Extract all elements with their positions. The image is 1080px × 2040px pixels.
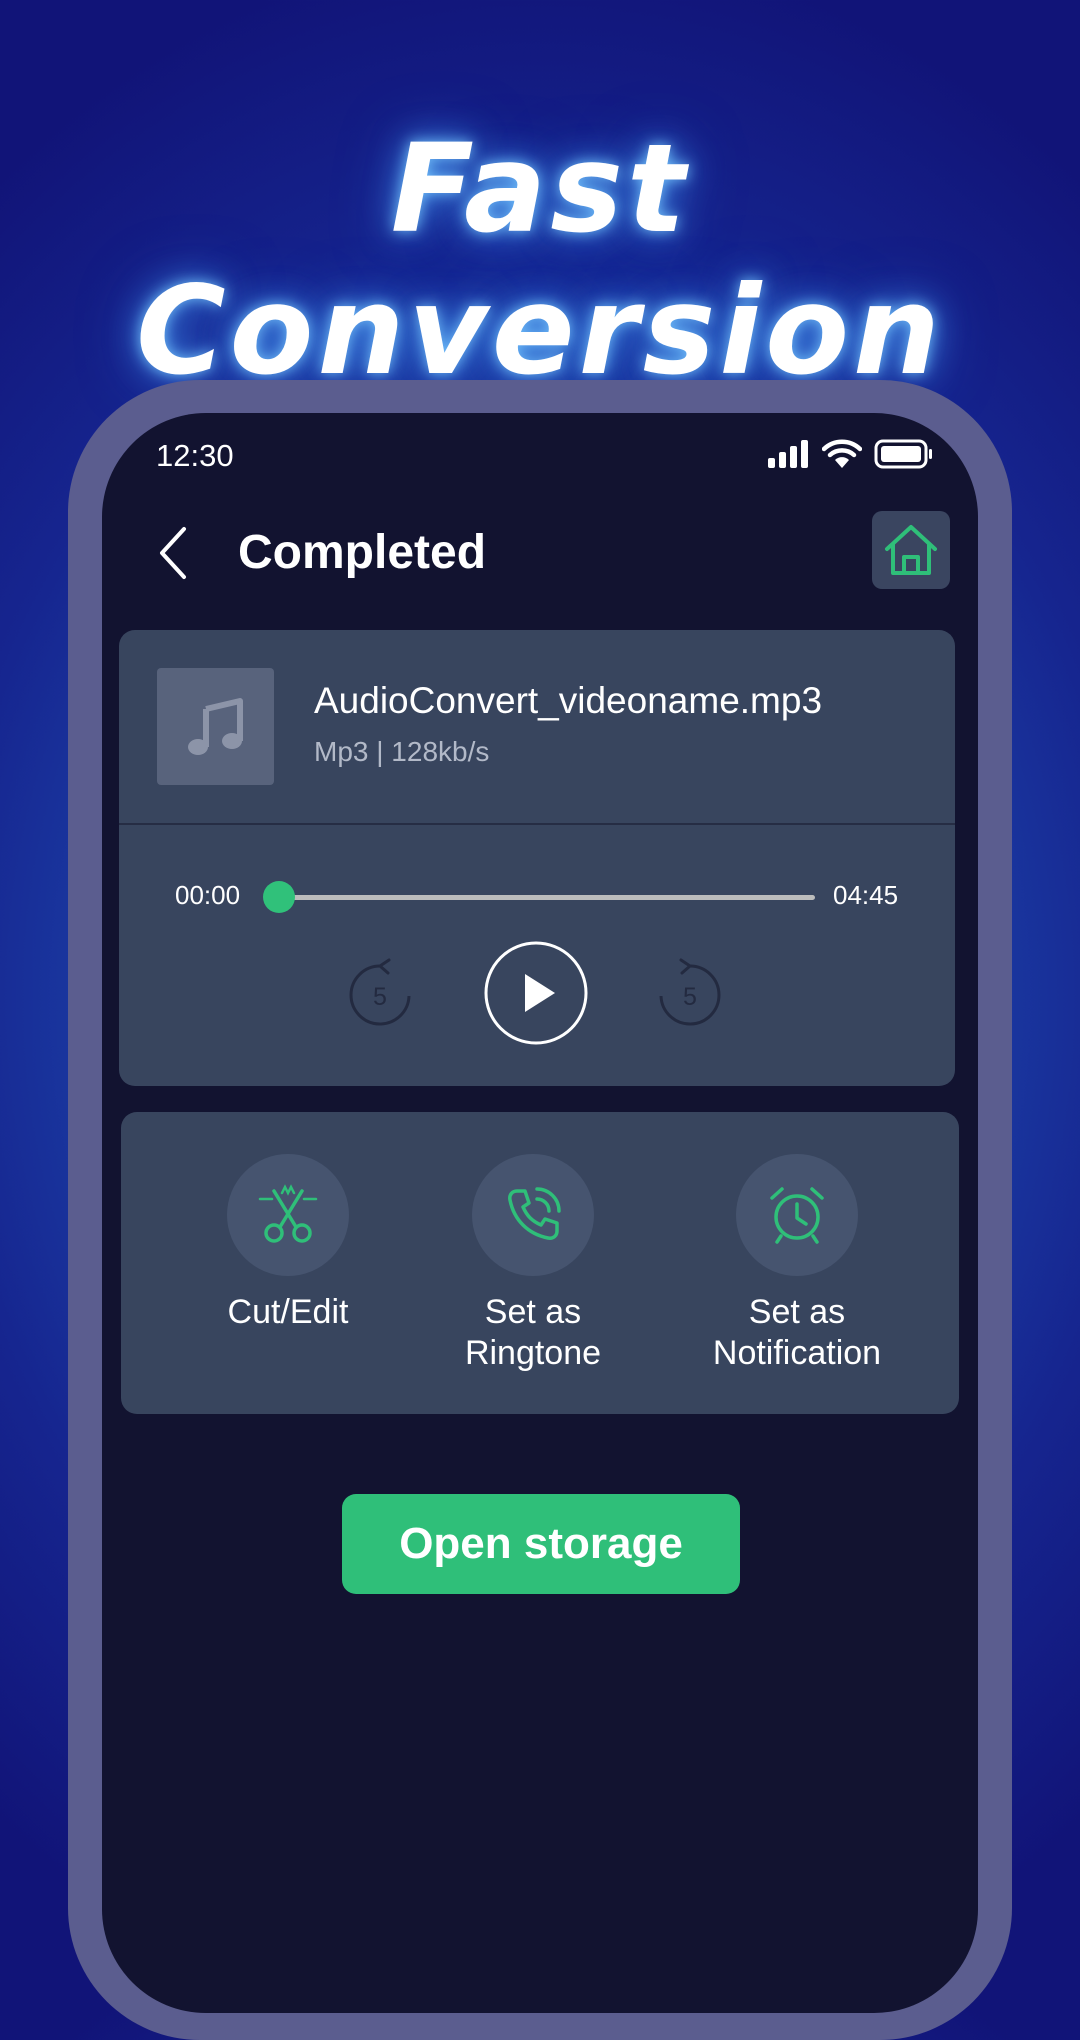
play-icon [484,941,588,1045]
signal-icon [768,440,808,468]
notification-label: Set as Notification [677,1292,917,1374]
home-icon [885,525,937,575]
ringtone-label-line-1: Set as [484,1293,582,1331]
forward-button[interactable]: 5 [657,958,723,1033]
page-title: Completed [238,526,487,579]
music-note-icon [187,697,243,755]
actions-card: Cut/Edit Set as Ringtone Set as Notifica… [121,1112,959,1414]
battery-icon [874,439,932,469]
rewind-5-icon: 5 [349,958,411,1026]
forward-seconds: 5 [683,983,697,1011]
scissors-icon [258,1184,318,1243]
open-storage-button[interactable]: Open storage [342,1494,740,1594]
wifi-icon [822,439,862,468]
forward-5-icon: 5 [659,958,721,1026]
cut-edit-circle[interactable] [227,1154,349,1276]
rewind-button[interactable]: 5 [347,958,413,1033]
notification-circle[interactable] [736,1154,858,1276]
file-meta: Mp3 | 128kb/s [314,736,490,767]
ringtone-action[interactable]: Set as Ringtone [413,1154,653,1374]
cut-edit-label: Cut/Edit [227,1293,349,1331]
notification-label-line-1: Set as [748,1293,846,1331]
status-time: 12:30 [156,438,234,473]
total-time: 04:45 [833,880,899,910]
seek-rail [279,895,815,900]
notification-action[interactable]: Set as Notification [677,1154,917,1374]
file-name: AudioConvert_videoname.mp3 [314,680,823,721]
play-button[interactable] [483,940,589,1051]
home-button[interactable] [872,511,950,589]
ringtone-label-line-2: Ringtone [464,1334,602,1372]
seek-knob[interactable] [263,881,295,913]
notification-label-line-2: Notification [712,1334,882,1372]
file-thumbnail [157,668,274,785]
divider [119,823,955,825]
alarm-clock-icon [770,1187,824,1244]
current-time: 00:00 [175,880,241,910]
app-screen: 12:30 Completed AudioConvert_videoname.m… [102,413,978,2013]
phone-ring-icon [508,1187,561,1240]
ringtone-circle[interactable] [472,1154,594,1276]
ringtone-label: Set as Ringtone [413,1292,653,1374]
status-icons [768,439,934,469]
player-card: AudioConvert_videoname.mp3 Mp3 | 128kb/s… [119,630,955,1086]
seek-bar[interactable] [263,880,815,914]
cut-edit-action[interactable]: Cut/Edit [168,1154,408,1333]
rewind-seconds: 5 [373,983,387,1011]
promo-headline: Fast Conversion [136,118,944,402]
chevron-left-icon[interactable] [154,523,194,583]
